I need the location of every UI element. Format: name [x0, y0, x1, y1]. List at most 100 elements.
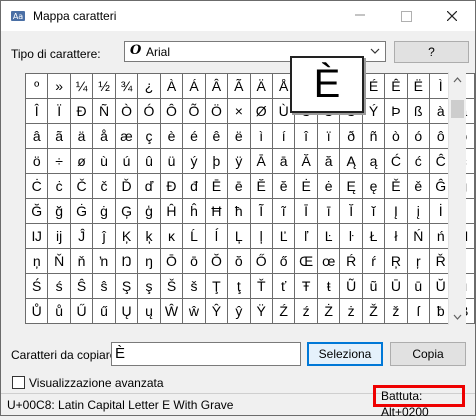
char-cell[interactable]: ě: [406, 173, 431, 199]
char-cell[interactable]: Ę: [339, 173, 363, 199]
char-cell[interactable]: Ö: [204, 98, 229, 124]
char-cell[interactable]: Ļ: [227, 223, 251, 249]
char-cell[interactable]: ā: [271, 148, 296, 174]
char-cell[interactable]: Ĵ: [69, 223, 94, 249]
char-cell[interactable]: Ė: [294, 173, 318, 199]
help-button[interactable]: ?: [394, 41, 469, 63]
char-cell[interactable]: ò: [384, 123, 408, 149]
char-cell[interactable]: Ō: [159, 248, 184, 274]
char-cell[interactable]: É: [361, 73, 386, 99]
scroll-thumb[interactable]: [451, 100, 464, 118]
char-cell[interactable]: Ž: [361, 298, 386, 324]
char-cell[interactable]: Ï: [47, 98, 71, 124]
char-cell[interactable]: Ů: [24, 298, 49, 324]
char-cell[interactable]: Ø: [249, 98, 273, 124]
char-cell[interactable]: đ: [182, 173, 206, 199]
char-cell[interactable]: Ý: [361, 98, 386, 124]
copy-input[interactable]: È: [111, 342, 301, 366]
char-cell[interactable]: ľ: [294, 223, 318, 249]
char-cell[interactable]: ú: [114, 148, 139, 174]
char-cell[interactable]: Ŵ: [159, 298, 184, 324]
char-cell[interactable]: Ŗ: [384, 248, 408, 274]
char-cell[interactable]: č: [92, 173, 116, 199]
char-cell[interactable]: ŧ: [316, 273, 341, 299]
char-cell[interactable]: Ś: [24, 273, 49, 299]
char-cell[interactable]: Ń: [406, 223, 431, 249]
char-cell[interactable]: Ľ: [271, 223, 296, 249]
char-cell[interactable]: Ĺ: [182, 223, 206, 249]
char-cell[interactable]: Ŷ: [204, 298, 229, 324]
char-cell[interactable]: ×: [227, 98, 251, 124]
char-cell[interactable]: Ż: [316, 298, 341, 324]
char-cell[interactable]: Ő: [249, 248, 273, 274]
char-cell[interactable]: Į: [384, 198, 408, 224]
char-cell[interactable]: Ł: [361, 223, 386, 249]
char-cell[interactable]: Ò: [114, 98, 139, 124]
char-cell[interactable]: Î: [24, 98, 49, 124]
char-cell[interactable]: ţ: [227, 273, 251, 299]
char-cell[interactable]: ŕ: [361, 248, 386, 274]
char-cell[interactable]: ŵ: [182, 298, 206, 324]
char-cell[interactable]: ÿ: [227, 148, 251, 174]
char-cell[interactable]: Ĩ: [249, 198, 273, 224]
maximize-button[interactable]: [383, 1, 429, 31]
char-cell[interactable]: û: [137, 148, 161, 174]
char-cell[interactable]: ÷: [47, 148, 71, 174]
char-cell[interactable]: é: [182, 123, 206, 149]
char-cell[interactable]: Ó: [137, 98, 161, 124]
copy-button[interactable]: Copia: [390, 342, 466, 366]
char-cell[interactable]: Ŕ: [339, 248, 363, 274]
char-cell[interactable]: ß: [406, 98, 431, 124]
char-cell[interactable]: Ă: [294, 148, 318, 174]
char-cell[interactable]: Ġ: [69, 198, 94, 224]
char-cell[interactable]: À: [159, 73, 184, 99]
char-cell[interactable]: ļ: [249, 223, 273, 249]
char-cell[interactable]: ½: [92, 73, 116, 99]
char-cell[interactable]: Đ: [159, 173, 184, 199]
char-cell[interactable]: Ď: [114, 173, 139, 199]
char-cell[interactable]: ğ: [47, 198, 71, 224]
char-cell[interactable]: ĺ: [204, 223, 229, 249]
char-cell[interactable]: ű: [92, 298, 116, 324]
char-cell[interactable]: ď: [137, 173, 161, 199]
char-cell[interactable]: Ķ: [114, 223, 139, 249]
char-cell[interactable]: ĸ: [159, 223, 184, 249]
close-button[interactable]: [429, 1, 475, 31]
char-cell[interactable]: Ŀ: [316, 223, 341, 249]
select-button[interactable]: Seleziona: [307, 342, 383, 366]
char-cell[interactable]: ŀ: [339, 223, 363, 249]
char-cell[interactable]: Ĥ: [159, 198, 184, 224]
char-cell[interactable]: Ě: [384, 173, 408, 199]
char-cell[interactable]: Ŏ: [204, 248, 229, 274]
advanced-view-checkbox[interactable]: [12, 376, 25, 389]
char-cell[interactable]: Ñ: [92, 98, 116, 124]
char-cell[interactable]: ¾: [114, 73, 139, 99]
char-cell[interactable]: ĳ: [47, 223, 71, 249]
char-cell[interactable]: ſ: [406, 298, 431, 324]
char-cell[interactable]: ¼: [69, 73, 94, 99]
char-cell[interactable]: Ű: [69, 298, 94, 324]
char-cell[interactable]: Â: [204, 73, 229, 99]
char-cell[interactable]: Ğ: [24, 198, 49, 224]
char-cell[interactable]: Ų: [114, 298, 139, 324]
char-cell[interactable]: ō: [182, 248, 206, 274]
char-cell[interactable]: ý: [182, 148, 206, 174]
char-cell[interactable]: ŏ: [227, 248, 251, 274]
char-cell[interactable]: ċ: [47, 173, 71, 199]
char-cell[interactable]: ħ: [227, 198, 251, 224]
char-cell[interactable]: Ħ: [204, 198, 229, 224]
char-cell[interactable]: Ā: [249, 148, 273, 174]
char-cell[interactable]: Ä: [249, 73, 273, 99]
char-cell[interactable]: ï: [316, 123, 341, 149]
char-cell[interactable]: þ: [204, 148, 229, 174]
scroll-up-icon[interactable]: [449, 72, 466, 89]
char-cell[interactable]: ņ: [24, 248, 49, 274]
char-cell[interactable]: Ć: [384, 148, 408, 174]
char-cell[interactable]: ë: [227, 123, 251, 149]
char-cell[interactable]: Ť: [249, 273, 273, 299]
char-cell[interactable]: ė: [316, 173, 341, 199]
char-cell[interactable]: »: [47, 73, 71, 99]
char-cell[interactable]: ş: [137, 273, 161, 299]
char-cell[interactable]: è: [159, 123, 184, 149]
char-cell[interactable]: Ĭ: [339, 198, 363, 224]
